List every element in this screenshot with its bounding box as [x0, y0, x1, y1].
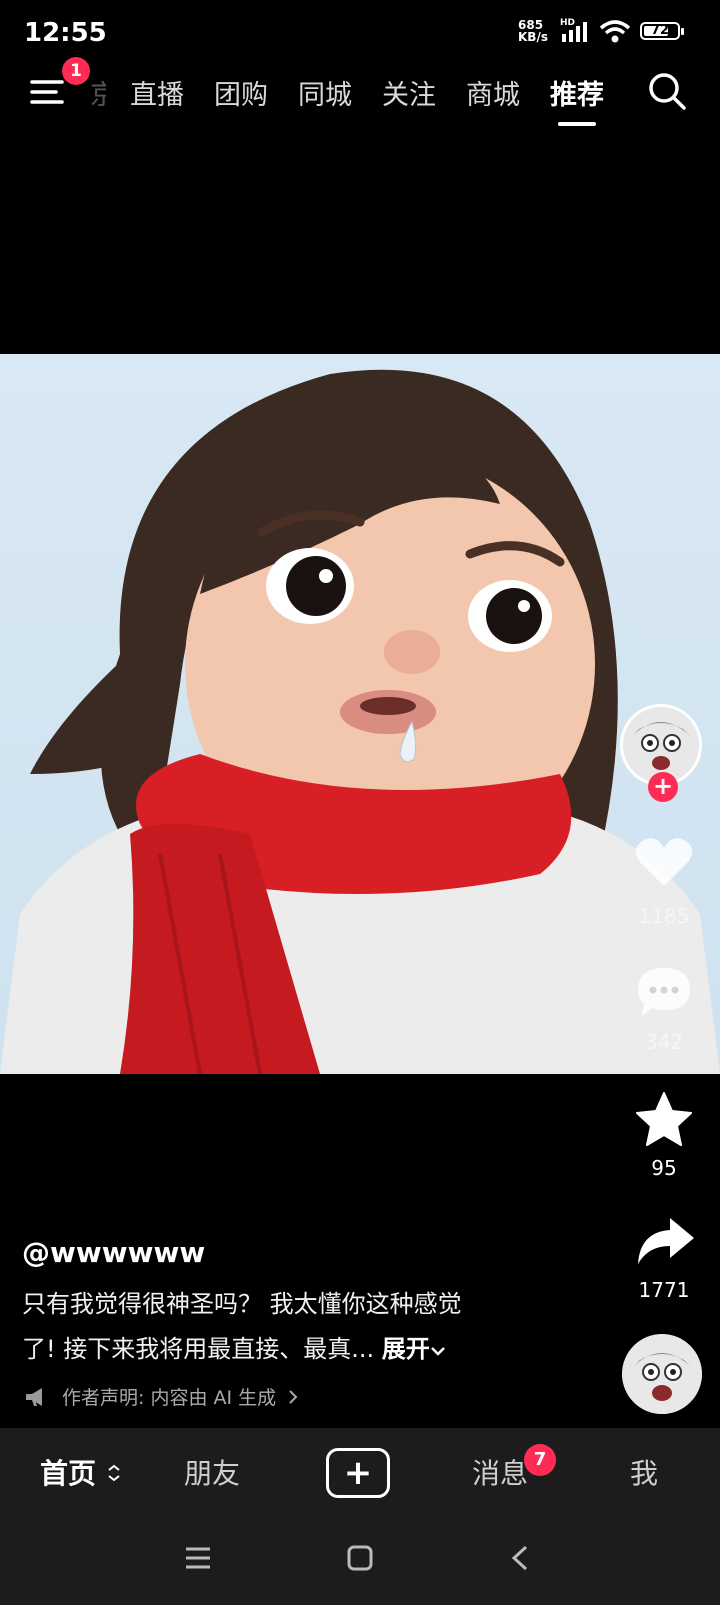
like-count: 1185: [638, 904, 690, 928]
caption-line-1: 只有我觉得很神圣吗？ 我太懂你这种感觉: [22, 1290, 462, 1318]
post-caption[interactable]: 只有我觉得很神圣吗？ 我太懂你这种感觉 了! 接下来我将用最直接、最真... 展…: [22, 1282, 542, 1372]
chevron-down-icon: [430, 1347, 445, 1356]
tab-recommended[interactable]: 推荐: [550, 73, 604, 126]
favorite-button[interactable]: [634, 1090, 694, 1154]
switch-arrows-icon: [108, 1464, 120, 1482]
music-disc-icon: [622, 1334, 702, 1414]
system-navigation-bar: [0, 1518, 720, 1605]
create-button[interactable]: +: [326, 1448, 390, 1498]
chevron-right-icon: [289, 1389, 298, 1404]
back-icon[interactable]: [508, 1544, 532, 1572]
expand-button[interactable]: 展开: [382, 1335, 446, 1363]
post-username[interactable]: @wwwwww: [22, 1236, 205, 1269]
share-button[interactable]: [634, 1214, 696, 1274]
menu-button[interactable]: [28, 72, 68, 112]
tab-live[interactable]: 直播: [130, 73, 184, 112]
tab-following[interactable]: 关注: [382, 73, 436, 112]
signal-icon: HD: [560, 18, 594, 48]
tab-group-buy[interactable]: 团购: [214, 73, 268, 112]
top-tabs: 京 直播 团购 同城 关注 商城 推荐: [90, 70, 634, 126]
recent-apps-icon[interactable]: [184, 1544, 212, 1572]
heart-icon: [635, 838, 693, 886]
hamburger-icon: [30, 80, 64, 104]
comment-icon: [638, 968, 690, 1016]
ai-declaration[interactable]: 作者声明: 内容由 AI 生成: [24, 1383, 300, 1410]
follow-button[interactable]: +: [648, 772, 678, 802]
messages-badge: 7: [524, 1444, 556, 1476]
megaphone-icon: [26, 1387, 42, 1406]
comment-button[interactable]: [634, 964, 694, 1024]
nav-friends[interactable]: 朋友: [184, 1452, 240, 1492]
nav-home[interactable]: 首页: [40, 1452, 122, 1492]
tab-mall[interactable]: 商城: [466, 73, 520, 112]
nav-messages[interactable]: 消息: [472, 1452, 528, 1492]
home-square-icon[interactable]: [346, 1544, 374, 1572]
tab-local[interactable]: 同城: [298, 73, 352, 112]
video-player[interactable]: [0, 354, 720, 1074]
nav-me[interactable]: 我: [630, 1452, 658, 1492]
menu-badge: 1: [62, 57, 90, 85]
comment-count: 342: [644, 1030, 684, 1054]
tab-partial[interactable]: 京: [90, 73, 106, 112]
caption-line-2: 了! 接下来我将用最直接、最真... 展开: [22, 1327, 542, 1372]
like-button[interactable]: [634, 834, 694, 894]
wifi-icon: [598, 18, 632, 50]
search-icon: [649, 73, 686, 110]
search-button[interactable]: [646, 70, 688, 112]
bottom-nav: 首页 朋友 + 消息 我: [0, 1428, 720, 1518]
favorite-count: 95: [651, 1156, 677, 1180]
plus-icon: +: [343, 1453, 373, 1493]
star-icon: [636, 1092, 692, 1146]
network-speed: 685 KB/s: [518, 18, 548, 44]
music-disc-avatar[interactable]: [622, 1334, 702, 1414]
cartoon-girl-illustration: [0, 369, 720, 1074]
battery-icon: 72: [640, 22, 684, 40]
share-arrow-icon: [638, 1218, 694, 1264]
share-count: 1771: [638, 1278, 690, 1302]
status-time: 12:55: [24, 18, 107, 48]
